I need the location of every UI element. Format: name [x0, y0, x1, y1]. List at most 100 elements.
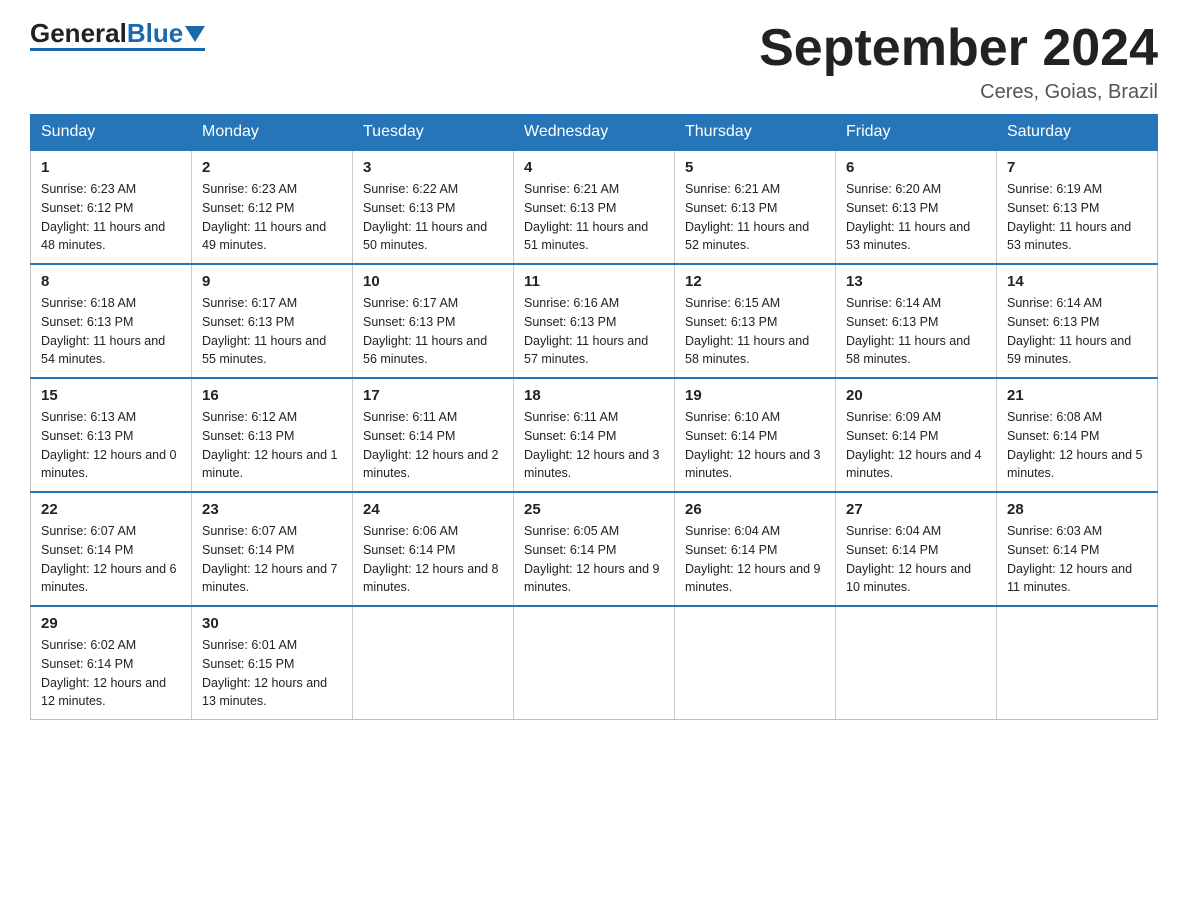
day-number: 17: [363, 387, 503, 404]
day-number: 5: [685, 159, 825, 176]
sunset-label: Sunset: 6:14 PM: [846, 429, 938, 443]
calendar-title: September 2024: [759, 20, 1158, 77]
sunrise-label: Sunrise: 6:23 AM: [41, 182, 136, 196]
table-row: 5 Sunrise: 6:21 AM Sunset: 6:13 PM Dayli…: [675, 150, 836, 264]
sunset-label: Sunset: 6:14 PM: [524, 429, 616, 443]
day-number: 11: [524, 273, 664, 290]
day-info: Sunrise: 6:22 AM Sunset: 6:13 PM Dayligh…: [363, 180, 503, 255]
day-info: Sunrise: 6:10 AM Sunset: 6:14 PM Dayligh…: [685, 408, 825, 483]
sunrise-label: Sunrise: 6:10 AM: [685, 410, 780, 424]
title-area: September 2024 Ceres, Goias, Brazil: [759, 20, 1158, 104]
sunset-label: Sunset: 6:12 PM: [202, 201, 294, 215]
sunset-label: Sunset: 6:12 PM: [41, 201, 133, 215]
table-row: 18 Sunrise: 6:11 AM Sunset: 6:14 PM Dayl…: [514, 378, 675, 492]
table-row: 12 Sunrise: 6:15 AM Sunset: 6:13 PM Dayl…: [675, 264, 836, 378]
table-row: 8 Sunrise: 6:18 AM Sunset: 6:13 PM Dayli…: [31, 264, 192, 378]
calendar-subtitle: Ceres, Goias, Brazil: [759, 81, 1158, 104]
logo-blue-text: Blue: [127, 20, 183, 46]
sunset-label: Sunset: 6:13 PM: [363, 201, 455, 215]
daylight-label: Daylight: 12 hours and 7 minutes.: [202, 562, 338, 595]
sunrise-label: Sunrise: 6:13 AM: [41, 410, 136, 424]
sunrise-label: Sunrise: 6:11 AM: [363, 410, 457, 424]
day-info: Sunrise: 6:05 AM Sunset: 6:14 PM Dayligh…: [524, 522, 664, 597]
day-number: 16: [202, 387, 342, 404]
daylight-label: Daylight: 11 hours and 57 minutes.: [524, 334, 648, 367]
sunset-label: Sunset: 6:13 PM: [41, 315, 133, 329]
daylight-label: Daylight: 12 hours and 13 minutes.: [202, 676, 327, 709]
col-sunday: Sunday: [31, 115, 192, 151]
calendar-header-row: Sunday Monday Tuesday Wednesday Thursday…: [31, 115, 1158, 151]
sunrise-label: Sunrise: 6:21 AM: [685, 182, 780, 196]
day-info: Sunrise: 6:01 AM Sunset: 6:15 PM Dayligh…: [202, 636, 342, 711]
daylight-label: Daylight: 11 hours and 53 minutes.: [846, 220, 970, 253]
day-info: Sunrise: 6:12 AM Sunset: 6:13 PM Dayligh…: [202, 408, 342, 483]
sunset-label: Sunset: 6:13 PM: [202, 429, 294, 443]
daylight-label: Daylight: 12 hours and 8 minutes.: [363, 562, 499, 595]
sunrise-label: Sunrise: 6:14 AM: [846, 296, 941, 310]
sunrise-label: Sunrise: 6:11 AM: [524, 410, 618, 424]
daylight-label: Daylight: 11 hours and 59 minutes.: [1007, 334, 1131, 367]
day-info: Sunrise: 6:11 AM Sunset: 6:14 PM Dayligh…: [363, 408, 503, 483]
table-row: 9 Sunrise: 6:17 AM Sunset: 6:13 PM Dayli…: [192, 264, 353, 378]
daylight-label: Daylight: 11 hours and 52 minutes.: [685, 220, 809, 253]
day-number: 21: [1007, 387, 1147, 404]
day-number: 7: [1007, 159, 1147, 176]
day-number: 23: [202, 501, 342, 518]
daylight-label: Daylight: 12 hours and 5 minutes.: [1007, 448, 1143, 481]
day-info: Sunrise: 6:17 AM Sunset: 6:13 PM Dayligh…: [363, 294, 503, 369]
day-number: 24: [363, 501, 503, 518]
day-number: 29: [41, 615, 181, 632]
day-info: Sunrise: 6:14 AM Sunset: 6:13 PM Dayligh…: [846, 294, 986, 369]
day-number: 30: [202, 615, 342, 632]
day-number: 18: [524, 387, 664, 404]
sunrise-label: Sunrise: 6:16 AM: [524, 296, 619, 310]
daylight-label: Daylight: 11 hours and 55 minutes.: [202, 334, 326, 367]
sunrise-label: Sunrise: 6:08 AM: [1007, 410, 1102, 424]
daylight-label: Daylight: 12 hours and 10 minutes.: [846, 562, 971, 595]
sunset-label: Sunset: 6:14 PM: [524, 543, 616, 557]
sunset-label: Sunset: 6:13 PM: [524, 201, 616, 215]
sunrise-label: Sunrise: 6:09 AM: [846, 410, 941, 424]
day-number: 9: [202, 273, 342, 290]
day-info: Sunrise: 6:04 AM Sunset: 6:14 PM Dayligh…: [685, 522, 825, 597]
table-row: [836, 606, 997, 720]
daylight-label: Daylight: 11 hours and 53 minutes.: [1007, 220, 1131, 253]
table-row: 10 Sunrise: 6:17 AM Sunset: 6:13 PM Dayl…: [353, 264, 514, 378]
daylight-label: Daylight: 12 hours and 9 minutes.: [524, 562, 660, 595]
daylight-label: Daylight: 11 hours and 51 minutes.: [524, 220, 648, 253]
day-info: Sunrise: 6:18 AM Sunset: 6:13 PM Dayligh…: [41, 294, 181, 369]
col-wednesday: Wednesday: [514, 115, 675, 151]
table-row: 27 Sunrise: 6:04 AM Sunset: 6:14 PM Dayl…: [836, 492, 997, 606]
col-thursday: Thursday: [675, 115, 836, 151]
daylight-label: Daylight: 11 hours and 54 minutes.: [41, 334, 165, 367]
calendar-week-row: 29 Sunrise: 6:02 AM Sunset: 6:14 PM Dayl…: [31, 606, 1158, 720]
table-row: 3 Sunrise: 6:22 AM Sunset: 6:13 PM Dayli…: [353, 150, 514, 264]
day-info: Sunrise: 6:23 AM Sunset: 6:12 PM Dayligh…: [202, 180, 342, 255]
sunset-label: Sunset: 6:14 PM: [1007, 429, 1099, 443]
day-number: 28: [1007, 501, 1147, 518]
table-row: 20 Sunrise: 6:09 AM Sunset: 6:14 PM Dayl…: [836, 378, 997, 492]
table-row: 24 Sunrise: 6:06 AM Sunset: 6:14 PM Dayl…: [353, 492, 514, 606]
sunrise-label: Sunrise: 6:04 AM: [685, 524, 780, 538]
day-number: 22: [41, 501, 181, 518]
table-row: 13 Sunrise: 6:14 AM Sunset: 6:13 PM Dayl…: [836, 264, 997, 378]
sunset-label: Sunset: 6:13 PM: [524, 315, 616, 329]
col-saturday: Saturday: [997, 115, 1158, 151]
table-row: 29 Sunrise: 6:02 AM Sunset: 6:14 PM Dayl…: [31, 606, 192, 720]
sunset-label: Sunset: 6:14 PM: [846, 543, 938, 557]
table-row: [514, 606, 675, 720]
table-row: [353, 606, 514, 720]
day-number: 20: [846, 387, 986, 404]
daylight-label: Daylight: 11 hours and 58 minutes.: [846, 334, 970, 367]
sunrise-label: Sunrise: 6:07 AM: [41, 524, 136, 538]
daylight-label: Daylight: 11 hours and 49 minutes.: [202, 220, 326, 253]
day-info: Sunrise: 6:07 AM Sunset: 6:14 PM Dayligh…: [41, 522, 181, 597]
table-row: 4 Sunrise: 6:21 AM Sunset: 6:13 PM Dayli…: [514, 150, 675, 264]
day-number: 2: [202, 159, 342, 176]
table-row: 26 Sunrise: 6:04 AM Sunset: 6:14 PM Dayl…: [675, 492, 836, 606]
sunset-label: Sunset: 6:13 PM: [1007, 201, 1099, 215]
sunrise-label: Sunrise: 6:23 AM: [202, 182, 297, 196]
daylight-label: Daylight: 12 hours and 2 minutes.: [363, 448, 499, 481]
sunset-label: Sunset: 6:14 PM: [202, 543, 294, 557]
day-info: Sunrise: 6:21 AM Sunset: 6:13 PM Dayligh…: [524, 180, 664, 255]
